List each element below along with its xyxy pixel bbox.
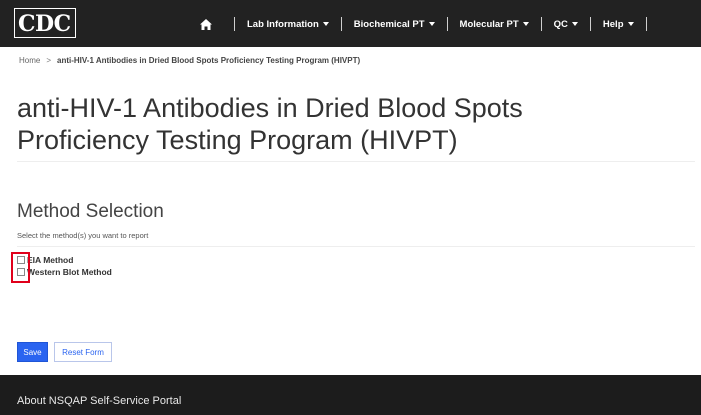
nav-biochemical-pt[interactable]: Biochemical PT bbox=[354, 19, 435, 30]
breadcrumb: Home > anti-HIV-1 Antibodies in Dried Bloo… bbox=[19, 56, 360, 65]
nav-divider bbox=[645, 17, 647, 31]
caret-down-icon bbox=[627, 21, 634, 26]
method-label[interactable]: EIA Method bbox=[27, 255, 73, 265]
nav-molecular-pt[interactable]: Molecular PT bbox=[460, 19, 529, 30]
caret-down-icon bbox=[322, 21, 329, 26]
method-label[interactable]: Western Blot Method bbox=[27, 267, 112, 277]
top-navbar: CDC Lab Information Biochemical PT Molec… bbox=[0, 0, 701, 47]
nav-label: Lab Information bbox=[247, 18, 319, 30]
caret-down-icon bbox=[428, 21, 435, 26]
nav-divider bbox=[540, 17, 542, 31]
method-instruction: Select the method(s) you want to report bbox=[17, 231, 149, 240]
method-section-title: Method Selection bbox=[17, 201, 164, 222]
nav-divider bbox=[446, 17, 448, 31]
checkbox-highlight-box bbox=[11, 252, 30, 283]
breadcrumb-current: anti-HIV-1 Antibodies in Dried Blood Spo… bbox=[57, 56, 361, 65]
method-option-eia[interactable]: EIA Method bbox=[17, 254, 112, 266]
footer: About NSQAP Self-Service Portal bbox=[0, 375, 701, 415]
logo-text: CDC bbox=[18, 11, 71, 37]
reset-form-button[interactable]: Reset Form bbox=[54, 342, 112, 362]
breadcrumb-home-link[interactable]: Home bbox=[19, 56, 40, 65]
nav-label: Help bbox=[602, 18, 624, 30]
save-button[interactable]: Save bbox=[17, 342, 48, 362]
nav-qc[interactable]: QC bbox=[554, 19, 578, 30]
nav-divider bbox=[234, 17, 235, 31]
breadcrumb-separator: > bbox=[46, 56, 52, 65]
page-title: anti-HIV-1 Antibodies in Dried Blood Spo… bbox=[17, 93, 523, 155]
caret-down-icon bbox=[522, 21, 529, 26]
nav-label: Molecular PT bbox=[459, 18, 519, 30]
nav-divider bbox=[589, 17, 591, 31]
method-option-western-blot[interactable]: Western Blot Method bbox=[17, 266, 112, 278]
nav-help[interactable]: Help bbox=[603, 19, 634, 30]
nav-divider bbox=[340, 17, 342, 31]
nav-label: Biochemical PT bbox=[353, 18, 425, 30]
caret-down-icon bbox=[571, 21, 578, 26]
title-divider bbox=[17, 161, 695, 162]
home-icon[interactable] bbox=[200, 17, 214, 31]
main-nav: Lab Information Biochemical PT Molecular… bbox=[200, 14, 659, 34]
footer-title: About NSQAP Self-Service Portal bbox=[17, 395, 182, 407]
cdc-logo[interactable]: CDC bbox=[14, 8, 76, 38]
nav-lab-information[interactable]: Lab Information bbox=[247, 19, 329, 30]
section-divider bbox=[17, 246, 695, 247]
method-options: EIA Method Western Blot Method bbox=[17, 254, 112, 278]
nav-label: QC bbox=[553, 18, 568, 30]
